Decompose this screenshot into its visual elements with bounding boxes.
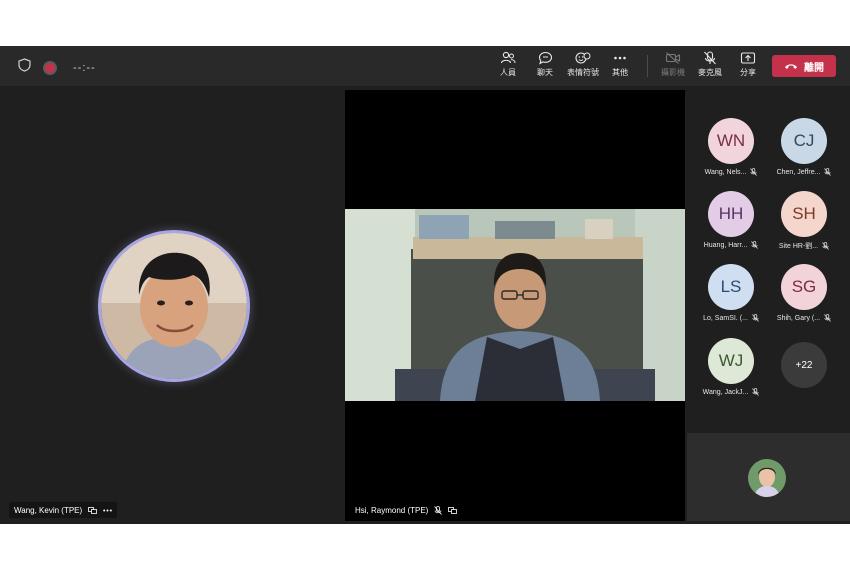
roster-name-row: Lo, SamSI. (... — [696, 314, 766, 322]
participant-initials-avatar: HH — [708, 191, 754, 237]
mic-off-icon — [822, 242, 829, 250]
roster-tile[interactable]: WJ Wang, JackJ... — [696, 338, 766, 402]
roster-name: Wang, JackJ... — [702, 388, 749, 396]
reactions-label: 表情符號 — [567, 68, 599, 77]
teams-meeting-window: --:-- 人員 聊天 表情符號 其他 攝影機 麥克風 分享 離開 Wang, … — [0, 46, 850, 524]
participant-tile-kevin[interactable]: Wang, Kevin (TPE) — [6, 90, 343, 521]
roster-name: Shih, Gary (... — [776, 314, 821, 322]
more-icon — [614, 56, 626, 60]
more-actions-button[interactable]: 其他 — [603, 51, 637, 78]
emoji-icon — [575, 52, 591, 64]
mic-off-icon — [752, 388, 760, 396]
camera-label: 攝影機 — [661, 68, 685, 77]
roster-name: Huang, Harr... — [703, 241, 748, 249]
participant-video-feed — [345, 209, 685, 401]
share-button[interactable]: 分享 — [731, 51, 765, 78]
mic-off-icon — [434, 505, 443, 515]
roster-tile[interactable]: WN Wang, Nels... — [696, 118, 766, 182]
roster-tile[interactable]: HH Huang, Harr... — [696, 191, 766, 255]
more-participants-button[interactable]: +22 — [781, 342, 827, 388]
participant-name: Hsi, Raymond (TPE) — [355, 505, 429, 515]
camera-button[interactable]: 攝影機 — [656, 51, 690, 78]
leave-button[interactable]: 離開 — [772, 55, 836, 77]
roster-name-row: Wang, JackJ... — [696, 388, 766, 396]
roster-name: Site HR-劉... — [778, 243, 819, 250]
self-view-tile[interactable] — [687, 433, 850, 521]
participant-name-tag: Wang, Kevin (TPE) — [9, 502, 118, 518]
participant-tile-raymond[interactable]: Hsi, Raymond (TPE) — [345, 90, 685, 521]
mic-off-icon — [752, 314, 759, 322]
roster-name-row: Site HR-劉... — [769, 241, 839, 251]
screen-share-icon — [448, 506, 458, 514]
participant-initials-avatar: SH — [781, 191, 827, 237]
roster-tile[interactable]: LS Lo, SamSI. (... — [696, 264, 766, 328]
roster-name: Wang, Nels... — [704, 168, 747, 176]
roster-name: Lo, SamSI. (... — [703, 314, 748, 322]
camera-off-icon — [665, 52, 681, 64]
roster-tile[interactable]: CJ Chen, Jeffre... — [769, 118, 839, 182]
mic-off-icon — [824, 168, 832, 176]
more-label: 其他 — [612, 68, 628, 77]
participant-initials-avatar: SG — [781, 264, 827, 310]
roster-name-row: Wang, Nels... — [696, 168, 766, 176]
toolbar-divider — [647, 55, 648, 77]
share-icon — [740, 52, 756, 64]
roster-tile[interactable]: SG Shih, Gary (... — [769, 264, 839, 328]
chat-icon — [538, 51, 552, 65]
mic-off-icon — [751, 241, 759, 249]
screen-share-icon — [88, 506, 98, 514]
recording-indicator-icon — [43, 60, 57, 75]
participant-avatar — [98, 230, 250, 382]
roster-name-row: Chen, Jeffre... — [769, 168, 839, 176]
chat-label: 聊天 — [537, 68, 553, 77]
roster-name: Chen, Jeffre... — [776, 168, 821, 176]
hang-up-icon — [785, 64, 797, 69]
microphone-label: 麥克風 — [698, 68, 722, 77]
people-icon — [500, 51, 516, 64]
meeting-timer: --:-- — [73, 61, 96, 74]
participant-initials-avatar: LS — [708, 264, 754, 310]
more-options-icon[interactable] — [103, 509, 112, 512]
roster-name-row: Huang, Harr... — [696, 241, 766, 249]
chat-button[interactable]: 聊天 — [528, 51, 562, 78]
mic-off-icon — [750, 168, 758, 176]
share-label: 分享 — [740, 68, 756, 77]
participant-initials-avatar: CJ — [781, 118, 827, 164]
meeting-status: --:-- — [18, 58, 96, 77]
roster-name-row: Shih, Gary (... — [769, 314, 839, 322]
people-button[interactable]: 人員 — [491, 51, 525, 78]
participant-initials-avatar: WJ — [708, 338, 754, 384]
participant-name: Wang, Kevin (TPE) — [14, 505, 83, 515]
reactions-button[interactable]: 表情符號 — [566, 51, 600, 78]
roster-tile[interactable]: SH Site HR-劉... — [769, 191, 839, 255]
participant-initials-avatar: WN — [708, 118, 754, 164]
people-label: 人員 — [500, 68, 516, 77]
leave-label: 離開 — [804, 62, 824, 74]
meeting-toolbar: --:-- 人員 聊天 表情符號 其他 攝影機 麥克風 分享 離開 — [0, 46, 850, 86]
self-avatar — [748, 459, 786, 497]
participant-name-tag: Hsi, Raymond (TPE) — [350, 502, 462, 518]
shield-icon[interactable] — [18, 58, 31, 77]
microphone-button[interactable]: 麥克風 — [693, 51, 727, 78]
mic-off-icon — [704, 51, 716, 65]
mic-off-icon — [824, 314, 831, 322]
participant-roster: WN Wang, Nels... CJ Chen, Jeffre... HH H… — [687, 90, 850, 521]
